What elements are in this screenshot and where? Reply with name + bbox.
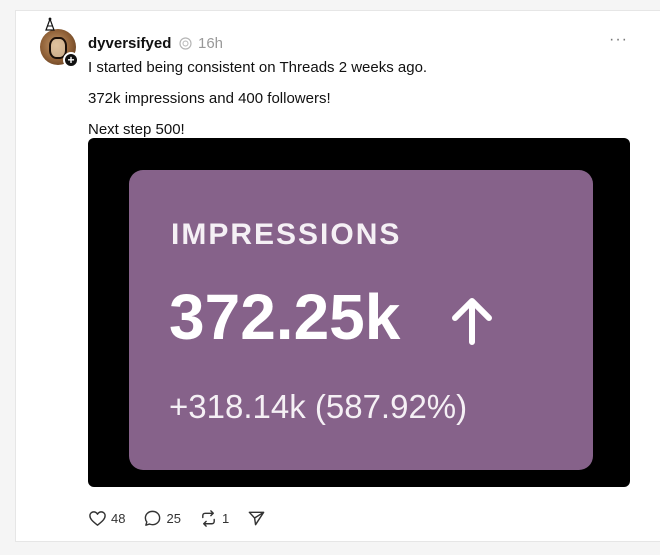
post-text-line-2: 372k impressions and 400 followers!	[88, 90, 331, 107]
reply-count: 25	[166, 510, 181, 526]
like-button[interactable]: 48	[88, 509, 125, 528]
post-text-line-3: Next step 500!	[88, 121, 185, 138]
more-icon[interactable]: ···	[609, 31, 628, 49]
follow-plus-icon[interactable]: +	[63, 52, 79, 68]
post-text-line-1: I started being consistent on Threads 2 …	[88, 59, 428, 76]
send-icon	[248, 511, 265, 525]
reply-button[interactable]: 25	[143, 509, 181, 528]
repost-icon	[202, 509, 215, 527]
avatar[interactable]: +	[40, 17, 79, 68]
impressions-card: IMPRESSIONS 372.25k +318.14k (587.92%)	[129, 170, 593, 470]
badge-icon	[179, 37, 192, 50]
post-card: + dyversifyed 16h ··· I started being co…	[15, 10, 660, 542]
arrow-up-icon	[452, 298, 492, 345]
post-time: 16h	[198, 35, 224, 52]
comment-icon	[145, 510, 161, 526]
repost-count: 1	[221, 510, 230, 526]
impressions-value: 372.25k	[169, 281, 401, 353]
heart-icon	[89, 510, 106, 526]
username[interactable]: dyversifyed	[88, 35, 171, 52]
share-button[interactable]	[247, 509, 270, 528]
impressions-label: IMPRESSIONS	[171, 218, 402, 251]
action-bar: 48 25 1	[88, 507, 288, 529]
party-hat-icon	[45, 17, 55, 31]
like-count: 48	[111, 510, 126, 526]
repost-button[interactable]: 1	[199, 509, 229, 528]
impressions-change: +318.14k (587.92%)	[169, 388, 468, 425]
post-image[interactable]: IMPRESSIONS 372.25k +318.14k (587.92%)	[88, 138, 630, 487]
